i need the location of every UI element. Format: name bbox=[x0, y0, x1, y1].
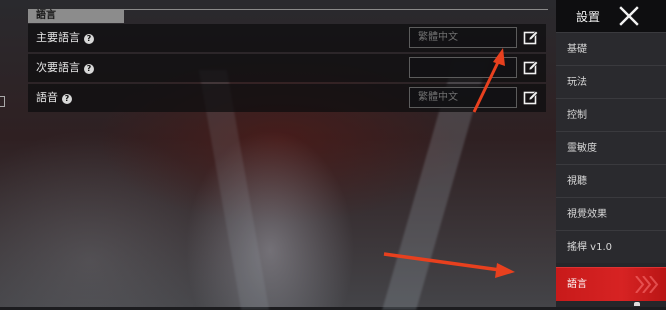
row-label-wrap: 主要語言? bbox=[36, 24, 94, 52]
sidebar-item-visual-effects[interactable]: 視覺效果 bbox=[556, 197, 666, 230]
row-label-wrap: 語音? bbox=[36, 84, 72, 112]
sidebar-item-label: 語言 bbox=[567, 279, 587, 290]
row-label: 主要語言 bbox=[36, 31, 80, 44]
sidebar-item-joystick[interactable]: 搖桿 v1.0 bbox=[556, 230, 666, 263]
cursor-indicator bbox=[634, 302, 640, 306]
sidebar-item-label: 視聽 bbox=[567, 176, 587, 187]
voice-language-field[interactable]: 繁體中文 bbox=[409, 87, 517, 108]
edit-icon[interactable] bbox=[520, 57, 542, 78]
help-icon[interactable]: ? bbox=[84, 64, 94, 74]
sidebar-item-language[interactable]: 語言 bbox=[556, 267, 666, 301]
edit-icon[interactable] bbox=[520, 27, 542, 48]
sidebar-item-label: 視覺效果 bbox=[567, 209, 607, 220]
sidebar-item-label: 搖桿 v1.0 bbox=[567, 242, 612, 253]
setting-row-secondary-language: 次要語言? bbox=[28, 54, 546, 82]
row-label-wrap: 次要語言? bbox=[36, 54, 94, 82]
help-icon[interactable]: ? bbox=[62, 94, 72, 104]
sidebar-item-controls[interactable]: 控制 bbox=[556, 98, 666, 131]
sidebar-item-gameplay[interactable]: 玩法 bbox=[556, 65, 666, 98]
sidebar-item-label: 控制 bbox=[567, 110, 587, 121]
help-icon[interactable]: ? bbox=[84, 34, 94, 44]
section-title: 語言 bbox=[36, 10, 56, 21]
partial-checkbox[interactable] bbox=[0, 96, 5, 107]
sidebar-item-audio[interactable]: 視聽 bbox=[556, 164, 666, 197]
edit-icon[interactable] bbox=[520, 87, 542, 108]
secondary-language-field[interactable] bbox=[409, 57, 517, 78]
sidebar-header: 設置 bbox=[556, 0, 666, 32]
sidebar-item-label: 玩法 bbox=[567, 77, 587, 88]
setting-row-primary-language: 主要語言? 繁體中文 bbox=[28, 24, 546, 52]
settings-sidebar: 設置 基礎 玩法 控制 靈敏度 視聽 視覺效果 搖桿 v1.0 語言 bbox=[556, 0, 666, 307]
sidebar-title: 設置 bbox=[576, 10, 601, 24]
primary-language-field[interactable]: 繁體中文 bbox=[409, 27, 517, 48]
sidebar-item-basic[interactable]: 基礎 bbox=[556, 32, 666, 65]
active-stripes-icon bbox=[635, 276, 659, 293]
row-label: 語音 bbox=[36, 91, 58, 104]
section-header: 語言 bbox=[28, 9, 124, 23]
setting-row-voice-language: 語音? 繁體中文 bbox=[28, 84, 546, 112]
close-icon[interactable] bbox=[618, 6, 640, 26]
sidebar-item-label: 基礎 bbox=[567, 44, 587, 55]
sidebar-item-label: 靈敏度 bbox=[567, 143, 597, 154]
sidebar-item-sensitivity[interactable]: 靈敏度 bbox=[556, 131, 666, 164]
row-label: 次要語言 bbox=[36, 61, 80, 74]
